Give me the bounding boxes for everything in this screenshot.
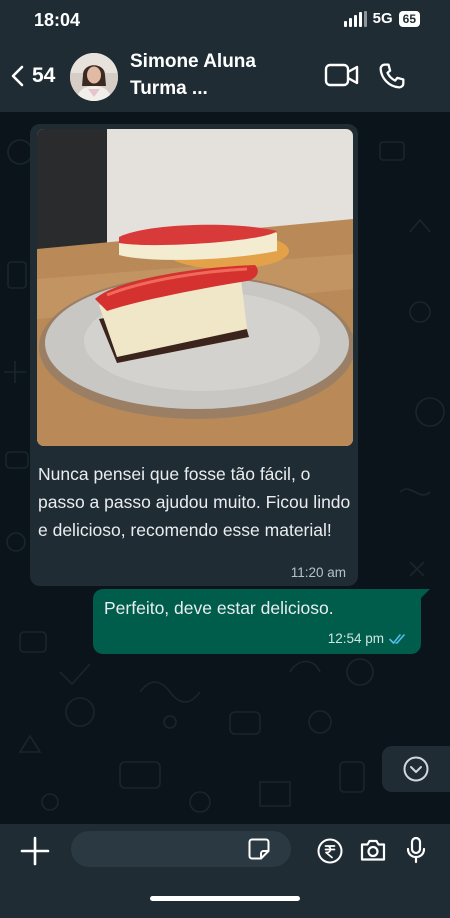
cheesecake-photo [37, 129, 353, 446]
incoming-message[interactable]: Nunca pensei que fosse tão fácil, o pass… [30, 124, 358, 586]
network-type: 5G [372, 10, 393, 27]
camera-icon [360, 839, 386, 861]
scroll-to-bottom-button[interactable] [382, 746, 450, 792]
unread-count: 54 [32, 64, 56, 87]
message-input[interactable] [85, 831, 249, 869]
home-indicator [150, 896, 300, 901]
message-text: Nunca pensei que fosse tão fácil, o pass… [38, 464, 351, 540]
chat-header: 54 Simone Aluna Turma ... [0, 40, 450, 112]
battery-icon: 65 [398, 10, 420, 27]
avatar[interactable] [70, 53, 118, 101]
message-photo[interactable] [37, 129, 353, 446]
payment-button[interactable] [317, 838, 343, 869]
chat-screen: 18:04 5G 65 54 Simone Aluna Turma ... Nu… [0, 0, 450, 918]
contact-name[interactable]: Simone Aluna Turma ... [130, 48, 300, 102]
sticker-icon [248, 838, 270, 860]
message-field[interactable] [71, 831, 291, 869]
message-text: Perfeito, deve estar delicioso. [104, 598, 334, 618]
message-time: 12:54 pm [327, 631, 384, 646]
video-call-button[interactable] [324, 62, 360, 93]
phone-icon [379, 63, 405, 89]
camera-button[interactable] [359, 837, 387, 868]
sticker-button[interactable] [247, 837, 271, 866]
back-button[interactable]: 54 [8, 56, 55, 96]
avatar-image [70, 53, 118, 101]
status-indicators: 5G 65 [343, 10, 420, 27]
attach-button[interactable] [20, 836, 50, 871]
chat-area[interactable]: Nunca pensei que fosse tão fácil, o pass… [0, 112, 450, 824]
contact-name-line1: Simone Aluna [130, 51, 256, 72]
rupee-payment-icon [317, 838, 343, 864]
plus-icon [20, 836, 50, 866]
video-call-icon [324, 63, 359, 87]
voice-message-button[interactable] [405, 836, 427, 869]
voice-call-button[interactable] [376, 60, 408, 97]
signal-icon [343, 10, 367, 27]
message-time: 11:20 am [290, 565, 346, 580]
microphone-icon [406, 836, 426, 864]
read-ticks-icon [389, 633, 405, 644]
chevron-down-icon [403, 756, 429, 782]
back-arrow-icon [11, 65, 24, 87]
outgoing-message[interactable]: Perfeito, deve estar delicioso. 12:54 pm [93, 589, 430, 654]
contact-name-line2: Turma ... [130, 78, 208, 99]
input-bar [0, 824, 450, 918]
message-meta: 12:54 pm [328, 631, 409, 646]
status-bar: 18:04 5G 65 [0, 0, 450, 40]
status-time: 18:04 [34, 10, 81, 30]
